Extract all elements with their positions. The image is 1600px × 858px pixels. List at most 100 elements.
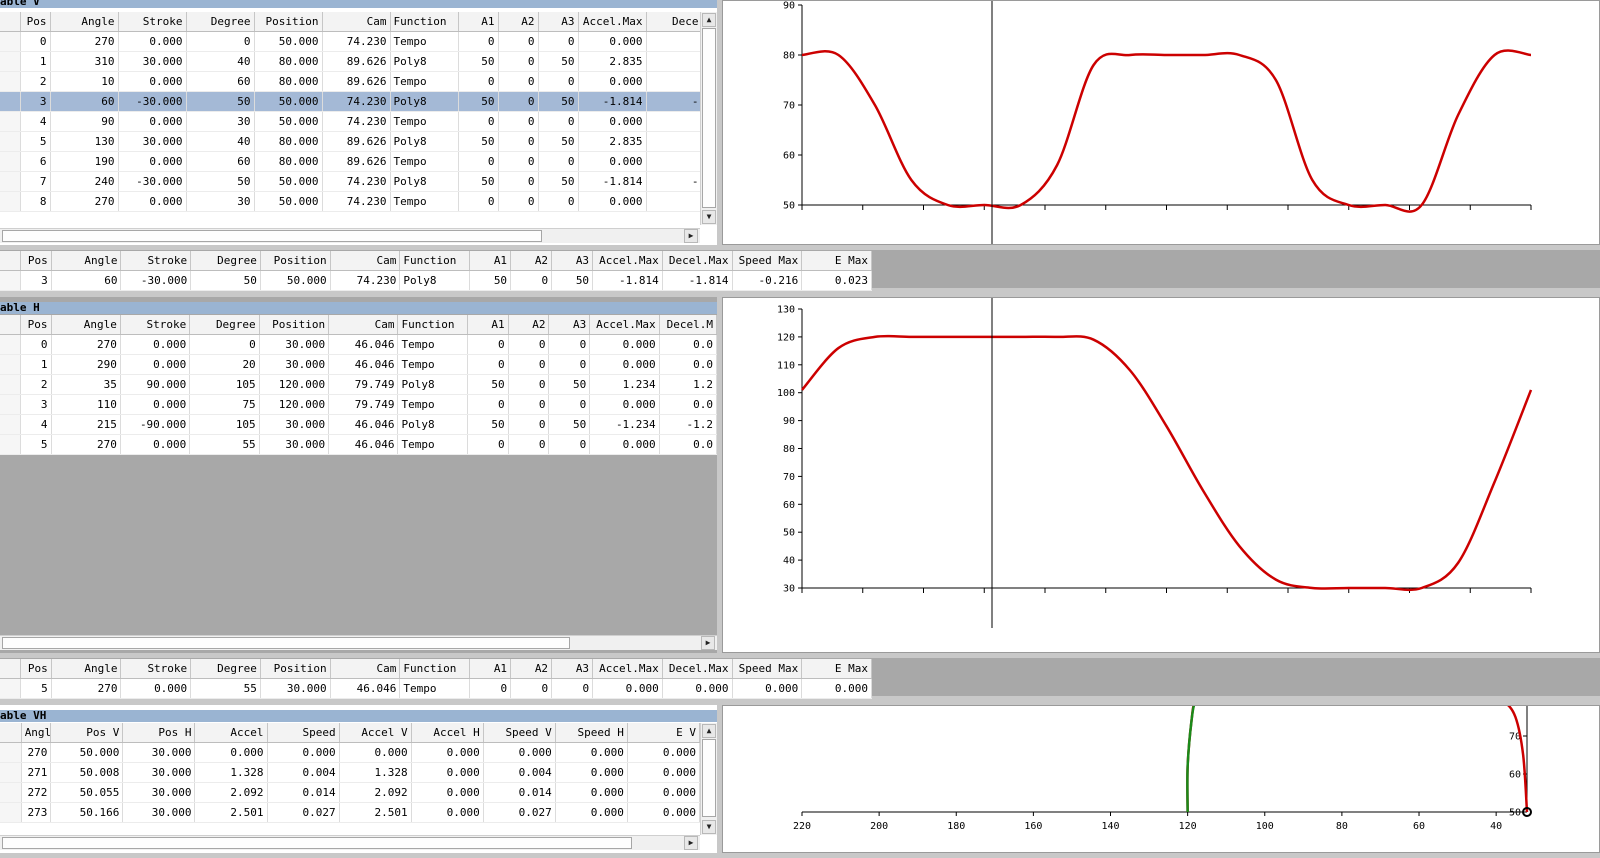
column-header[interactable]: Speed Max (732, 659, 803, 679)
table-cell[interactable]: 0.000 (627, 782, 701, 803)
column-header[interactable]: Stroke (120, 315, 191, 335)
row-selector[interactable] (0, 742, 22, 763)
table-cell[interactable]: 0.000 (339, 742, 412, 763)
table-row[interactable]: 3 60 -30.000 50 50.000 74.230 Poly8 50 0 50 -1.814… (0, 270, 872, 291)
table-cell[interactable]: 0 (467, 394, 509, 415)
table-cell[interactable]: -1.234 (589, 414, 660, 435)
table-cell[interactable]: 1 (20, 354, 52, 375)
table-cell[interactable]: 50.008 (50, 762, 124, 783)
table-cell[interactable] (646, 111, 703, 132)
table-cell[interactable]: 74.230 (322, 111, 391, 132)
table-cell[interactable]: 272 (21, 782, 52, 803)
row-selector[interactable] (0, 151, 21, 172)
table-cell[interactable]: 0.000 (627, 742, 701, 763)
scroll-thumb[interactable] (2, 637, 570, 649)
table-cell[interactable]: 0 (189, 334, 260, 355)
row-selector[interactable] (0, 191, 21, 212)
row-selector[interactable] (0, 678, 21, 699)
table-v-vertical-scrollbar[interactable]: ▲ ▼ (700, 12, 717, 225)
table-cell[interactable]: 50 (458, 171, 499, 192)
table-cell[interactable]: 30.000 (118, 131, 187, 152)
table-cell[interactable]: Tempo (399, 678, 471, 699)
table-row[interactable]: 3 110 0.000 75 120.000 79.749 Tempo 0 0 0 0.000 0.0 (0, 394, 718, 415)
table-row[interactable]: 4 215 -90.000 105 30.000 46.046 Poly8 50 0 50 -1.2… (0, 414, 718, 435)
column-header[interactable]: Angl (21, 723, 52, 743)
column-header[interactable]: Stroke (118, 12, 187, 32)
table-cell[interactable]: 0.000 (578, 111, 647, 132)
table-cell[interactable]: 60 (50, 91, 119, 112)
table-cell[interactable]: 0.0 (659, 434, 718, 455)
table-cell[interactable]: 46.046 (328, 434, 399, 455)
table-cell[interactable]: 1 (20, 51, 51, 72)
table-cell[interactable]: 2.501 (339, 802, 412, 823)
table-cell[interactable]: 55 (190, 678, 261, 699)
table-vh-vertical-scrollbar[interactable]: ▲ ▼ (700, 723, 717, 835)
column-header[interactable]: Accel H (411, 723, 484, 743)
table-cell[interactable]: 0.000 (801, 678, 872, 699)
table-cell[interactable]: 50.000 (254, 111, 323, 132)
table-cell[interactable]: 0.000 (118, 191, 187, 212)
table-cell[interactable]: 60 (186, 151, 255, 172)
table-cell[interactable]: 8 (20, 191, 51, 212)
row-selector[interactable] (0, 131, 21, 152)
table-cell[interactable]: Poly8 (397, 374, 468, 395)
table-cell[interactable]: 120.000 (259, 394, 330, 415)
column-header[interactable]: Accel.Max (589, 315, 660, 335)
table-cell[interactable]: 0 (498, 111, 539, 132)
column-header[interactable]: A1 (467, 315, 509, 335)
table-cell[interactable]: 0 (469, 678, 512, 699)
table-cell[interactable]: 50 (458, 91, 499, 112)
row-selector[interactable] (0, 802, 22, 823)
table-cell[interactable]: 50 (538, 51, 579, 72)
table-cell[interactable]: 2 (20, 374, 52, 395)
row-selector[interactable] (0, 111, 21, 132)
table-h-horizontal-scrollbar[interactable]: ▶ (0, 635, 717, 650)
table-cell[interactable]: 215 (51, 414, 121, 435)
column-header[interactable]: A1 (469, 251, 512, 271)
table-cell[interactable]: 0.027 (267, 802, 340, 823)
table-cell[interactable]: 74.230 (322, 191, 391, 212)
table-cell[interactable]: 270 (51, 434, 121, 455)
table-cell[interactable] (646, 51, 703, 72)
column-header[interactable]: Position (260, 251, 331, 271)
table-cell[interactable]: 0 (498, 71, 539, 92)
table-cell[interactable]: 0.0 (659, 334, 718, 355)
column-header[interactable]: A2 (508, 315, 550, 335)
column-header[interactable]: E V (627, 723, 701, 743)
table-cell[interactable]: 5 (20, 131, 51, 152)
table-cell[interactable]: 30.000 (259, 414, 330, 435)
table-cell[interactable]: 271 (21, 762, 52, 783)
column-header[interactable]: Accel V (339, 723, 412, 743)
column-header[interactable]: Cam (328, 315, 399, 335)
table-cell[interactable]: 0 (538, 191, 579, 212)
row-selector[interactable] (0, 171, 21, 192)
table-cell[interactable]: 1.328 (339, 762, 412, 783)
column-header[interactable]: Accel.Max (578, 12, 647, 32)
scroll-thumb[interactable] (2, 230, 542, 242)
column-header[interactable]: A3 (548, 315, 591, 335)
scroll-right-icon[interactable]: ▶ (684, 229, 698, 243)
table-cell[interactable]: 30.000 (259, 334, 330, 355)
table-cell[interactable]: 0 (498, 91, 539, 112)
table-cell[interactable]: -1.2 (659, 414, 718, 435)
table-cell[interactable]: - (646, 91, 703, 112)
table-cell[interactable]: 80.000 (254, 131, 323, 152)
table-row[interactable]: 2 10 0.000 60 80.000 89.626 Tempo 0 0 0 0.000 (0, 71, 703, 92)
column-header[interactable]: A1 (458, 12, 499, 32)
table-cell[interactable]: 0.000 (411, 782, 484, 803)
table-cell[interactable]: 60 (51, 270, 122, 291)
table-row[interactable]: 270 50.000 30.000 0.000 0.000 0.000 0.000 0.000… (0, 742, 701, 763)
table-cell[interactable]: 0.000 (411, 762, 484, 783)
table-cell[interactable]: 50.055 (50, 782, 124, 803)
table-cell[interactable]: 30.000 (259, 434, 330, 455)
table-cell[interactable]: 50 (548, 374, 591, 395)
table-cell[interactable]: 90.000 (120, 374, 191, 395)
table-cell[interactable]: 0.004 (483, 762, 556, 783)
detail-v-grid[interactable]: Pos Angle Stroke Degree Position Cam Function A… (0, 251, 872, 291)
table-cell[interactable]: 50 (467, 414, 509, 435)
table-cell[interactable]: 0.023 (801, 270, 872, 291)
table-cell[interactable]: 290 (51, 354, 121, 375)
table-cell[interactable]: 2.092 (339, 782, 412, 803)
table-cell[interactable]: 0 (498, 191, 539, 212)
table-cell[interactable]: 1.2 (659, 374, 718, 395)
